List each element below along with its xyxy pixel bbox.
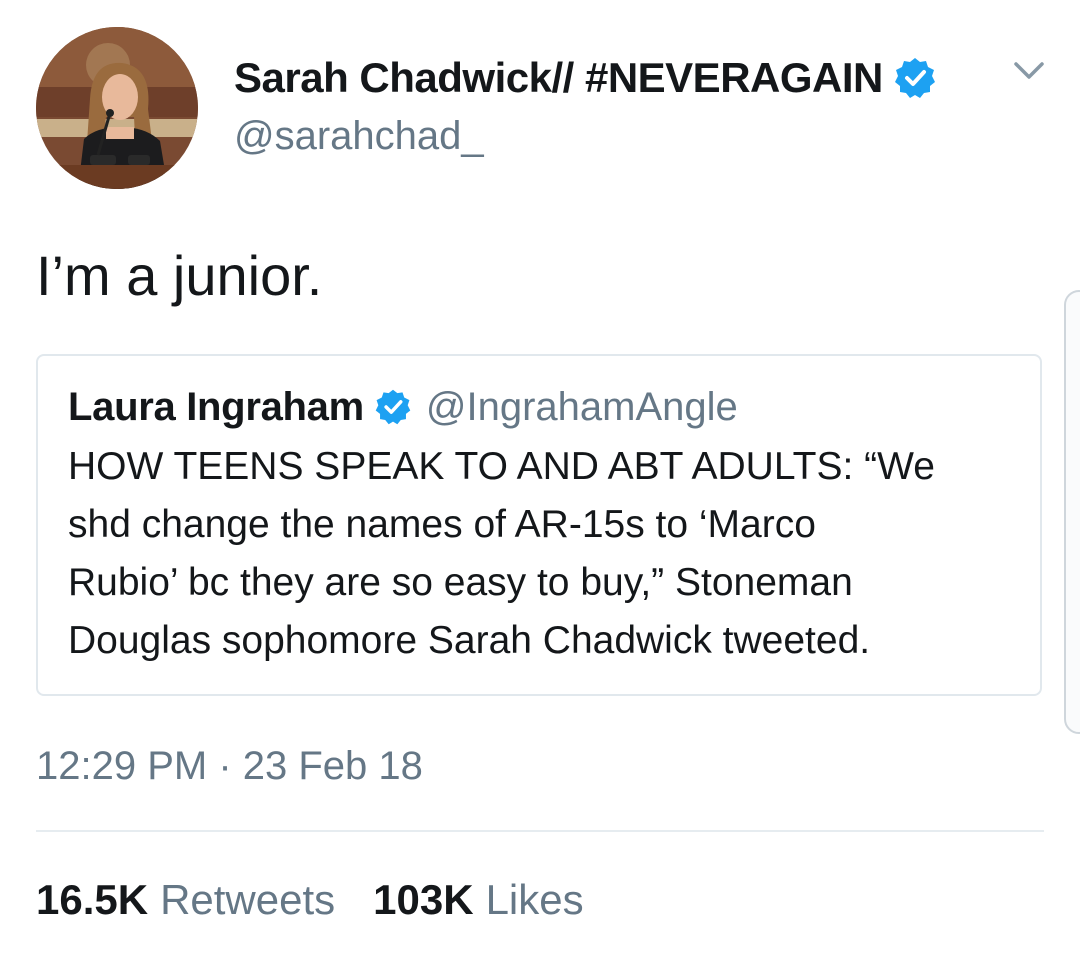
retweets-label: Retweets	[160, 876, 336, 923]
author-handle[interactable]: @sarahchad_	[234, 114, 484, 159]
likes-label: Likes	[485, 876, 584, 923]
quoted-author-name: Laura Ingraham	[68, 384, 364, 429]
author-name[interactable]: Sarah Chadwick// #NEVERAGAIN	[234, 54, 883, 102]
tweet-stats: 16.5K Retweets 103K Likes	[36, 876, 584, 924]
quoted-tweet-line: shd change the names of AR-15s to ‘Marco	[68, 503, 816, 546]
quoted-tweet-line: Douglas sophomore Sarah Chadwick tweeted…	[68, 619, 871, 662]
tweet-text: I’m a junior.	[36, 244, 323, 307]
chevron-down-icon[interactable]	[1012, 56, 1046, 86]
quoted-tweet-line: HOW TEENS SPEAK TO AND ABT ADULTS: “We	[68, 445, 935, 488]
quoted-tweet-text: HOW TEENS SPEAK TO AND ABT ADULTS: “We s…	[68, 438, 1028, 670]
quoted-tweet-line: Rubio’ bc they are so easy to buy,” Ston…	[68, 561, 853, 604]
retweets-stat[interactable]: 16.5K Retweets	[36, 876, 335, 924]
verified-badge-icon	[893, 56, 937, 100]
likes-stat[interactable]: 103K Likes	[373, 876, 583, 924]
quoted-tweet-card[interactable]: Laura Ingraham @IngrahamAngle HOW TEENS …	[36, 354, 1042, 696]
quoted-tweet-header: Laura Ingraham @IngrahamAngle	[68, 382, 738, 432]
verified-badge-icon	[374, 388, 412, 426]
scrollbar[interactable]	[1064, 290, 1080, 734]
retweets-count: 16.5K	[36, 876, 149, 923]
tweet-timestamp[interactable]: 12:29 PM · 23 Feb 18	[36, 744, 423, 789]
quoted-author-handle: @IngrahamAngle	[425, 384, 738, 429]
likes-count: 103K	[373, 876, 474, 923]
divider	[36, 830, 1044, 832]
avatar-photo	[36, 27, 198, 189]
avatar[interactable]	[36, 27, 198, 189]
author-name-row[interactable]: Sarah Chadwick// #NEVERAGAIN	[234, 52, 937, 104]
